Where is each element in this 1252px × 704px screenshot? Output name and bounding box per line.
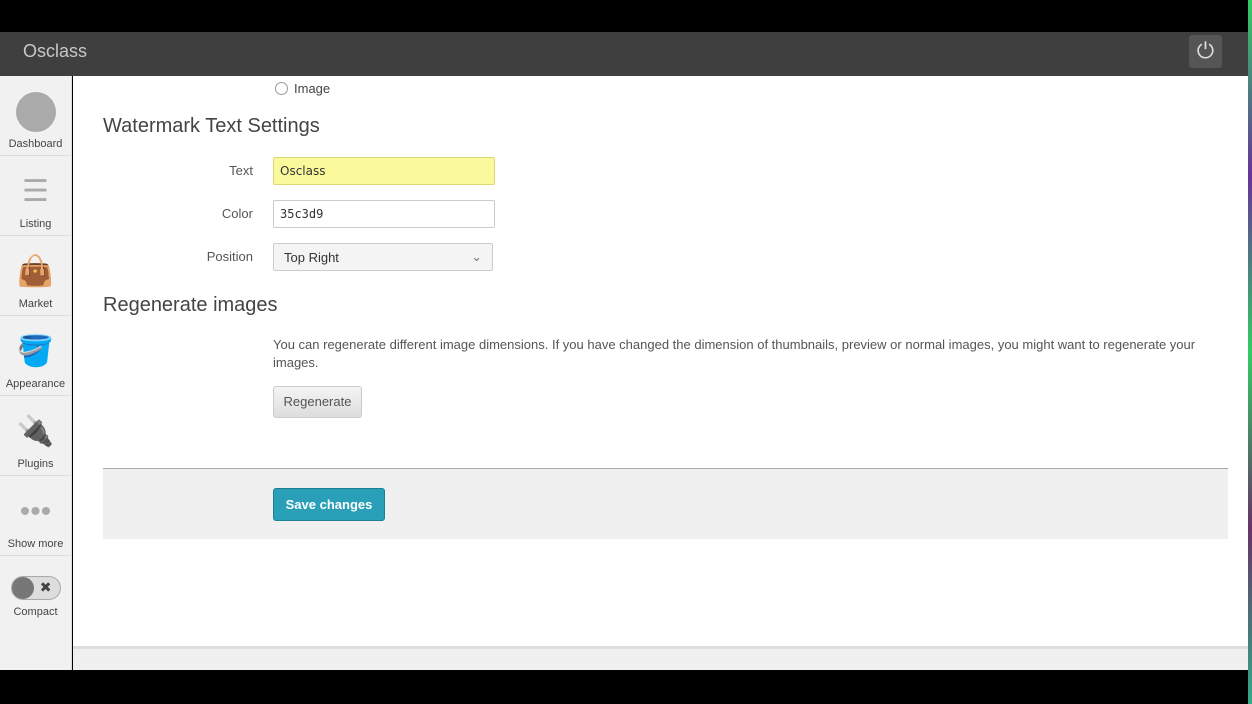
brand-logo[interactable]: Osclass	[23, 41, 87, 62]
text-label: Text	[229, 163, 253, 178]
dots-icon: •••	[19, 495, 52, 528]
text-input[interactable]: Osclass	[273, 157, 495, 185]
color-input[interactable]: 35c3d9	[273, 200, 495, 228]
ninja-icon	[15, 92, 56, 132]
watermark-title: Watermark Text Settings	[103, 115, 320, 137]
sidebar-item-plugins[interactable]: 🔌 Plugins	[0, 396, 71, 476]
radio-button[interactable]	[275, 82, 288, 95]
list-icon: ☰	[22, 175, 49, 208]
plug-icon: 🔌	[16, 415, 55, 448]
sidebar-item-label: Show more	[7, 538, 64, 550]
sidebar-item-label: Market	[18, 298, 53, 310]
form-actions: Save changes	[103, 468, 1228, 539]
regenerate-description: You can regenerate different image dimen…	[273, 337, 1196, 370]
footer	[73, 646, 1248, 670]
position-label: Position	[206, 249, 253, 264]
sidebar-item-label: Appearance	[5, 378, 66, 390]
compact-toggle[interactable]: ✖ Compact	[0, 556, 71, 636]
top-bar: Osclass ⏻	[0, 32, 1248, 76]
paint-bucket-icon: 🪣	[16, 335, 55, 368]
sidebar-item-listing[interactable]: ☰ Listing	[0, 156, 71, 236]
chevron-down-icon: ⌄	[471, 249, 482, 264]
radio-label: Image	[294, 81, 331, 96]
save-changes-button[interactable]: Save changes	[273, 488, 385, 521]
sidebar-item-label: Listing	[19, 218, 52, 230]
sidebar-item-dashboard[interactable]: Dashboard	[0, 76, 71, 156]
sidebar-item-show-more[interactable]: ••• Show more	[0, 476, 71, 556]
color-label: Color	[221, 206, 253, 221]
toggle-icon: ✖	[10, 576, 61, 600]
screen-edge	[1248, 0, 1252, 704]
power-icon[interactable]: ⏻	[1189, 35, 1222, 68]
regenerate-button[interactable]: Regenerate	[273, 386, 362, 418]
regenerate-title: Regenerate images	[103, 294, 278, 316]
position-value: Top Right	[284, 250, 339, 265]
sidebar-item-label: Dashboard	[8, 138, 63, 150]
sidebar: Dashboard ☰ Listing 👜 Market 🪣 Appearance 🔌…	[0, 76, 72, 670]
position-select[interactable]: Top Right ⌄	[273, 243, 493, 271]
sidebar-item-label: Plugins	[17, 458, 54, 470]
sidebar-item-market[interactable]: 👜 Market	[0, 236, 71, 316]
main-content: Image Watermark Text Settings Text Oscla…	[73, 76, 1248, 670]
sidebar-item-appearance[interactable]: 🪣 Appearance	[0, 316, 71, 396]
image-radio-option[interactable]: Image	[275, 81, 330, 96]
compact-label: Compact	[13, 606, 58, 618]
bag-icon: 👜	[16, 255, 55, 288]
